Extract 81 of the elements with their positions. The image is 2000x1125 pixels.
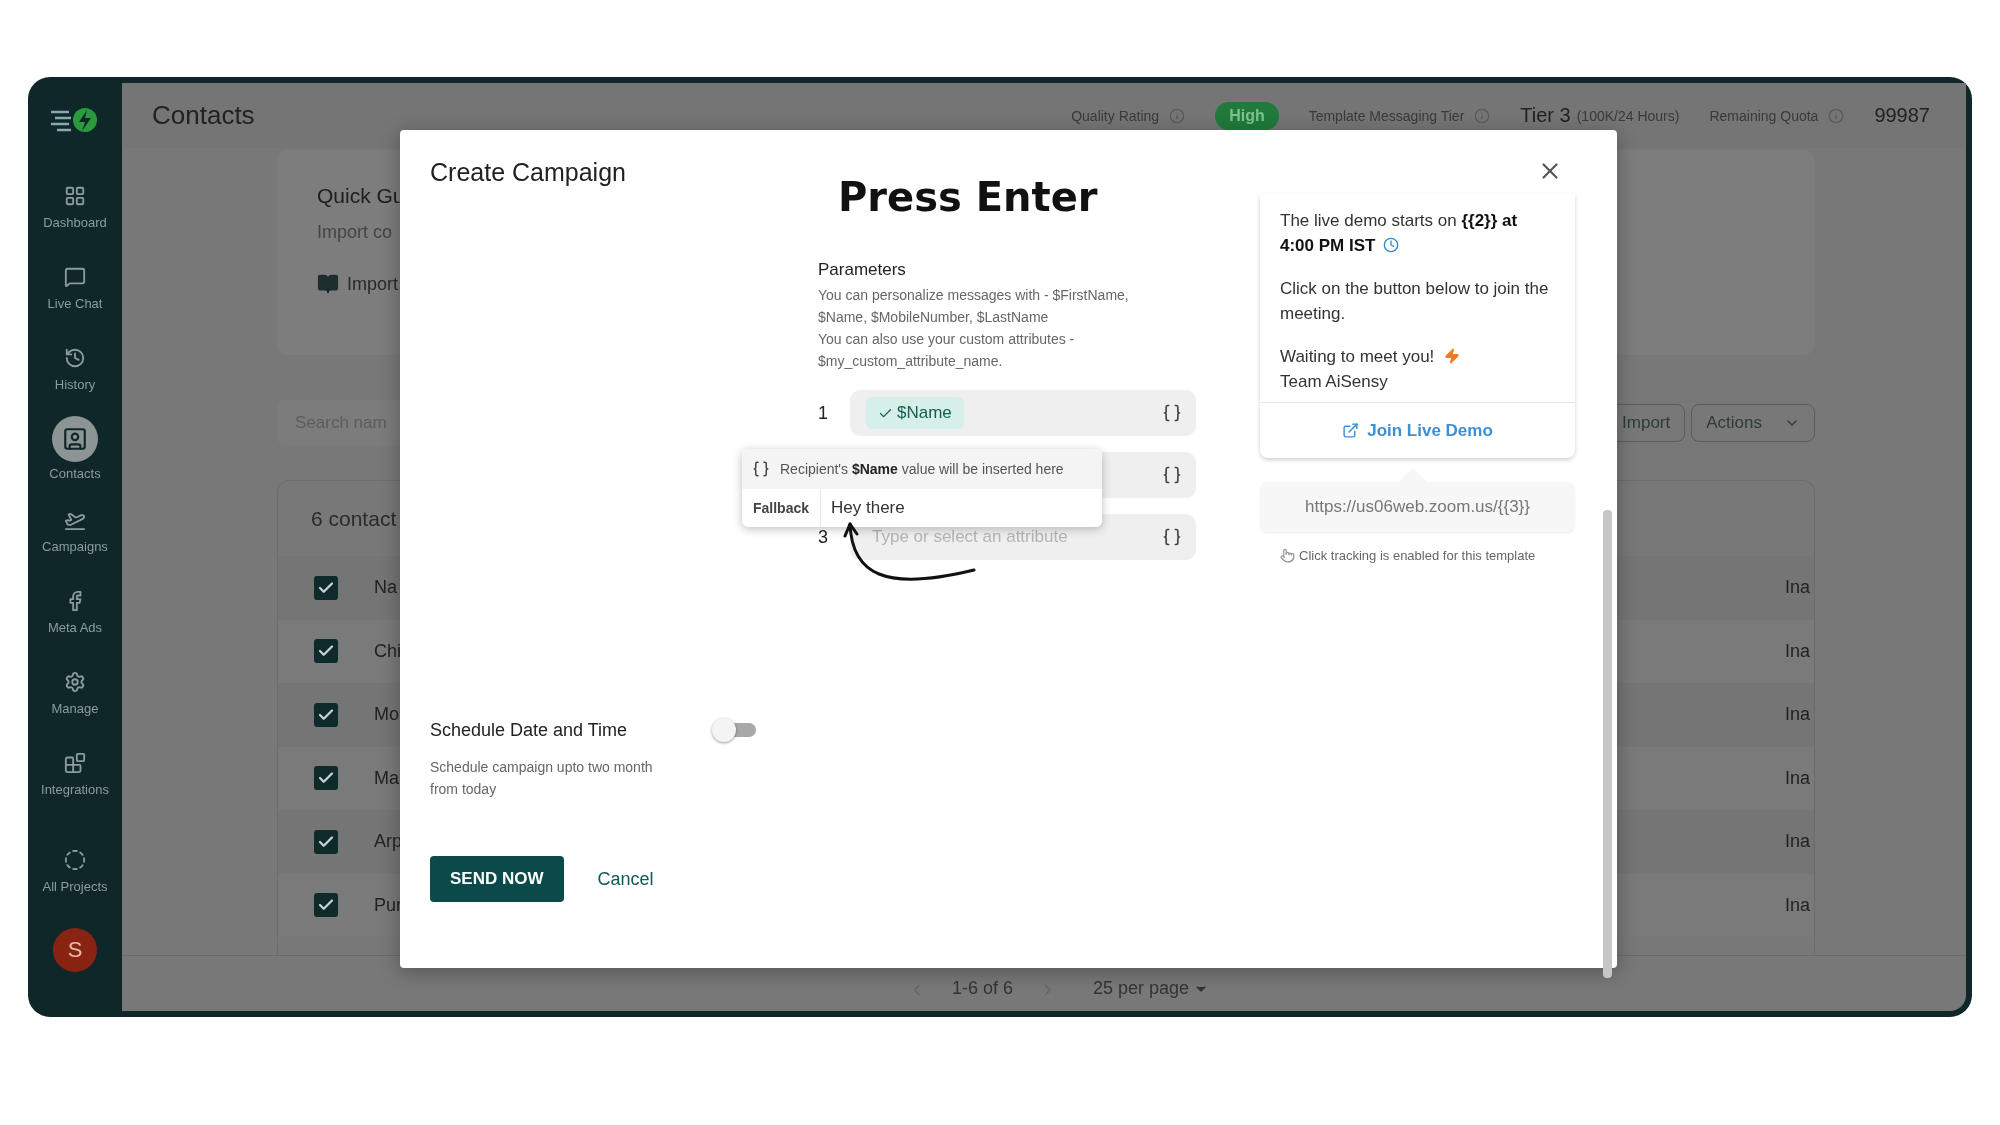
sidebar-item[interactable]: Dashboard: [30, 165, 120, 246]
parameters-help: You can also use your custom attributes - $my_custom_attribute_name.: [818, 330, 1076, 371]
checkbox[interactable]: [314, 893, 338, 918]
dashboard-icon: [64, 185, 86, 207]
sidebar-item[interactable]: Integrations: [30, 732, 120, 813]
braces-icon[interactable]: [1162, 465, 1182, 485]
sidebar-item[interactable]: Meta Ads: [30, 570, 120, 651]
lightning-icon: [1444, 348, 1461, 364]
card-text: Import co: [317, 222, 393, 243]
per-page-select[interactable]: 25 per page: [1093, 978, 1210, 999]
table-cell: Ina: [1784, 704, 1810, 726]
cancel-button[interactable]: Cancel: [597, 868, 654, 890]
checkbox[interactable]: [314, 766, 338, 791]
sidebar-item[interactable]: History: [30, 327, 120, 408]
tier-limit: (100K/24 Hours): [1576, 107, 1680, 124]
gear-icon: [64, 671, 86, 693]
join-button[interactable]: Join Live Demo: [1260, 402, 1575, 458]
contact-card-icon: [62, 426, 88, 452]
checkbox[interactable]: [314, 575, 338, 600]
page-range: 1-6 of 6: [952, 978, 1014, 999]
url-box: https://us06web.zoom.us/{{3}}: [1260, 482, 1575, 532]
sidebar-item[interactable]: All Projects: [30, 829, 120, 910]
fallback-input[interactable]: Hey there: [820, 489, 1102, 527]
blocks-icon: [64, 752, 86, 774]
sidebar-item[interactable]: Manage: [30, 651, 120, 732]
parameters-help: You can personalize messages with - $FirstName, $Name, $MobileNumber, $LastName: [818, 286, 1130, 327]
parameters-title: Parameters: [818, 260, 907, 280]
table-cell: Ina: [1784, 577, 1810, 599]
hand-pointer-icon: [1280, 548, 1295, 563]
scrollbar[interactable]: [1603, 510, 1612, 978]
quota-label: Remaining Quota: [1709, 107, 1819, 124]
quality-rating-label: Quality Rating: [1071, 107, 1160, 124]
checkbox[interactable]: [314, 639, 338, 664]
book-icon: [317, 273, 339, 295]
table-cell: Ina: [1784, 767, 1810, 789]
tier-value: Tier 3: [1520, 104, 1571, 127]
tracking-note: Click tracking is enabled for this template: [1299, 548, 1536, 563]
table-cell: Ina: [1784, 894, 1810, 916]
schedule-help: Schedule campaign upto two month from today: [430, 758, 654, 799]
annotation-title: Press Enter: [838, 174, 1099, 220]
braces-icon: [752, 460, 770, 478]
table-cell: Ma: [374, 767, 399, 789]
checkbox[interactable]: [314, 702, 338, 727]
contacts-count: 6 contact: [310, 505, 397, 532]
circle-icon: [64, 849, 86, 871]
external-link-icon: [1342, 422, 1360, 439]
send-now-button[interactable]: SEND NOW: [430, 856, 564, 902]
quota-value: 99987: [1874, 104, 1930, 127]
preview-text: Click on the button below to join the meeting.: [1280, 278, 1550, 325]
table-cell: Chi: [374, 640, 401, 662]
checkbox[interactable]: [314, 829, 338, 854]
table-cell: Arp: [374, 831, 402, 853]
table-cell: Ina: [1784, 831, 1810, 853]
preview-text: Team AiSensy: [1280, 371, 1389, 393]
table-cell: Pur: [374, 894, 402, 916]
sidebar-item[interactable]: Contacts: [30, 408, 120, 489]
braces-icon[interactable]: [1162, 527, 1182, 547]
table-cell: Na: [374, 577, 397, 599]
braces-icon[interactable]: [1162, 403, 1182, 423]
parameter-number: 1: [818, 402, 829, 424]
dialog-title: Create Campaign: [430, 158, 626, 187]
table-cell: Ina: [1784, 640, 1810, 662]
attribute-chip[interactable]: $Name: [866, 397, 964, 429]
clock-icon: [1383, 237, 1400, 253]
parameter-field[interactable]: $Name: [850, 390, 1196, 436]
preview-text: Waiting to meet you!: [1280, 344, 1551, 369]
fallback-label: Fallback: [752, 499, 810, 518]
avatar[interactable]: S: [53, 928, 97, 972]
sidebar-item[interactable]: Live Chat: [30, 246, 120, 327]
popover-text: Recipient's $Name value will be inserted here: [780, 461, 1064, 477]
parameter-number: 3: [818, 526, 829, 548]
preview-text: The live demo starts on {{2}} at 4:00 PM IST: [1280, 210, 1519, 257]
schedule-label: Schedule Date and Time: [430, 719, 629, 741]
quality-badge: High: [1215, 101, 1279, 130]
history-icon: [64, 347, 86, 369]
sidebar-item[interactable]: Campaigns: [30, 489, 120, 570]
tier-label: Template Messaging Tier: [1308, 107, 1465, 124]
import-link[interactable]: Import: [347, 273, 398, 295]
page-title: Contacts: [152, 100, 256, 131]
chat-icon: [64, 266, 86, 288]
table-cell: Mo: [374, 704, 399, 726]
